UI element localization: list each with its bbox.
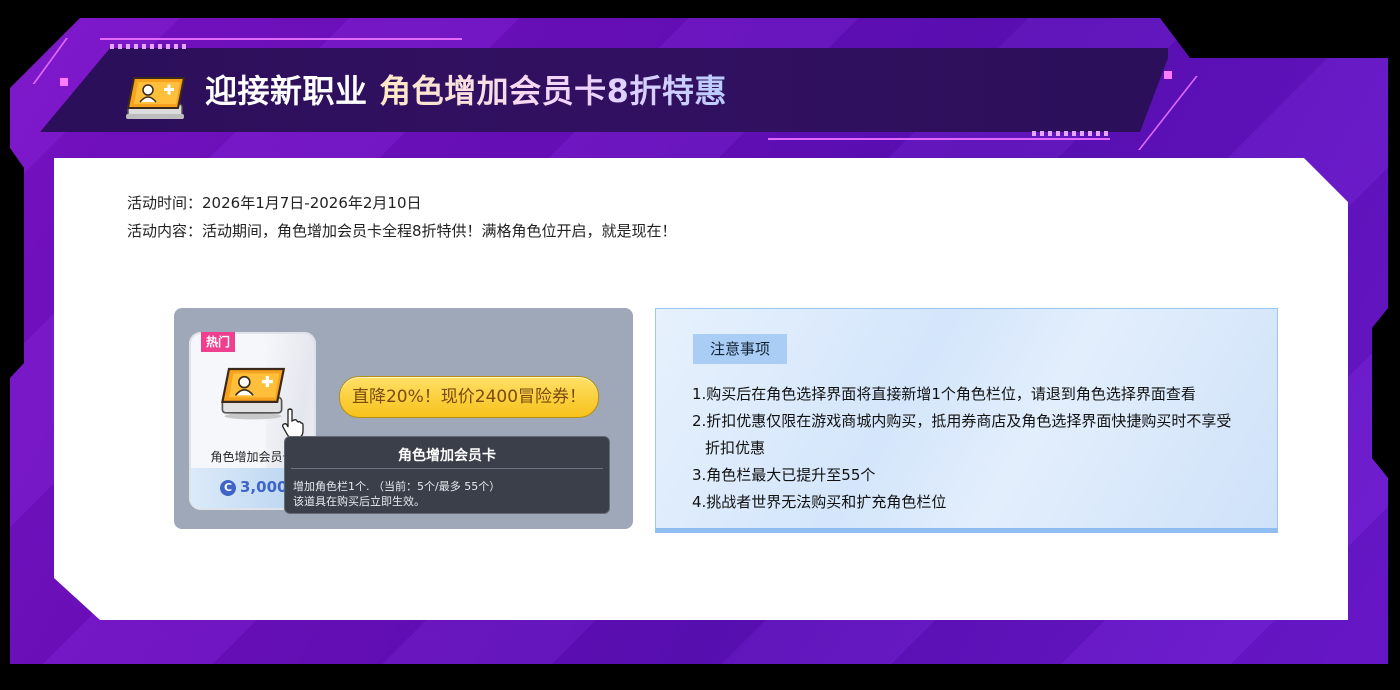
note-item: 折扣优惠 bbox=[705, 439, 766, 457]
tooltip-title: 角色增加会员卡 bbox=[398, 448, 496, 464]
activity-time-value: 2026年1月7日-2026年2月10日 bbox=[202, 194, 422, 212]
page-title: 迎接新职业 角色增加会员卡8折特惠 bbox=[205, 70, 727, 112]
tooltip-line-1: 增加角色栏1个. （当前：5个/最多 55个） bbox=[293, 480, 501, 493]
dots-bottom bbox=[1032, 131, 1110, 136]
activity-content: 活动内容：活动期间，角色增加会员卡全程8折特供！满格角色位开启，就是现在！ bbox=[127, 220, 677, 241]
title-part-1: 迎接新职业 bbox=[205, 72, 380, 110]
dots-top bbox=[110, 44, 188, 49]
item-tooltip: 角色增加会员卡 增加角色栏1个. （当前：5个/最多 55个） 该道具在购买后立… bbox=[284, 436, 610, 514]
title-part-2: 角色增加会员卡8折特惠 bbox=[379, 72, 727, 110]
neon-line-bottom bbox=[768, 138, 1110, 140]
hot-badge: 热门 bbox=[201, 332, 235, 352]
note-item: 2.折扣优惠仅限在游戏商城内购买，抵用券商店及角色选择界面快捷购买时不享受 bbox=[692, 412, 1232, 430]
item-price: 3,000 bbox=[240, 478, 288, 496]
coin-icon: C bbox=[220, 480, 236, 496]
neon-square-left bbox=[60, 78, 68, 86]
activity-content-label: 活动内容： bbox=[127, 222, 203, 240]
note-item: 3.角色栏最大已提升至55个 bbox=[692, 466, 876, 484]
discount-button[interactable]: 直降20%！现价2400冒险券！ bbox=[339, 376, 599, 418]
neon-line-top bbox=[100, 38, 462, 40]
neon-square-right bbox=[1164, 71, 1172, 79]
activity-time: 活动时间：2026年1月7日-2026年2月10日 bbox=[127, 192, 422, 213]
activity-time-label: 活动时间： bbox=[127, 194, 203, 212]
tooltip-divider bbox=[291, 468, 603, 469]
notes-tag: 注意事项 bbox=[693, 334, 787, 364]
note-item: 4.挑战者世界无法购买和扩充角色栏位 bbox=[692, 493, 947, 511]
tooltip-line-2: 该道具在购买后立即生效。 bbox=[293, 495, 425, 508]
activity-content-value: 活动期间，角色增加会员卡全程8折特供！满格角色位开启，就是现在！ bbox=[202, 222, 677, 240]
character-card-icon bbox=[126, 77, 186, 119]
character-card-icon bbox=[221, 367, 286, 420]
hand-pointer-icon bbox=[282, 408, 304, 438]
note-item: 1.购买后在角色选择界面将直接新增1个角色栏位，请退到角色选择界面查看 bbox=[692, 385, 1196, 403]
